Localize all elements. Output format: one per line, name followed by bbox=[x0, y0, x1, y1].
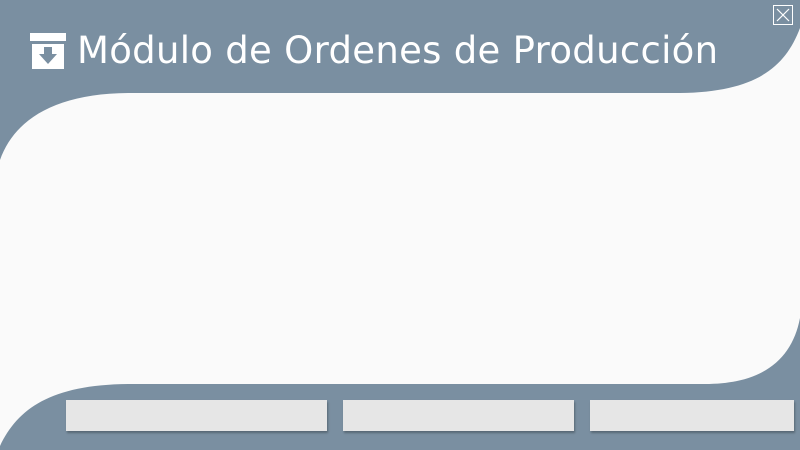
close-icon bbox=[773, 5, 793, 25]
close-button[interactable] bbox=[773, 5, 793, 25]
archive-download-icon bbox=[30, 33, 66, 69]
action-button-3[interactable] bbox=[590, 400, 794, 431]
production-orders-window: Módulo de Ordenes de Producción bbox=[0, 0, 800, 450]
page-title: Módulo de Ordenes de Producción bbox=[77, 29, 719, 72]
header-band bbox=[0, 0, 800, 160]
action-button-2[interactable] bbox=[343, 400, 574, 431]
title-area: Módulo de Ordenes de Producción bbox=[30, 26, 718, 76]
action-button-1[interactable] bbox=[66, 400, 327, 431]
